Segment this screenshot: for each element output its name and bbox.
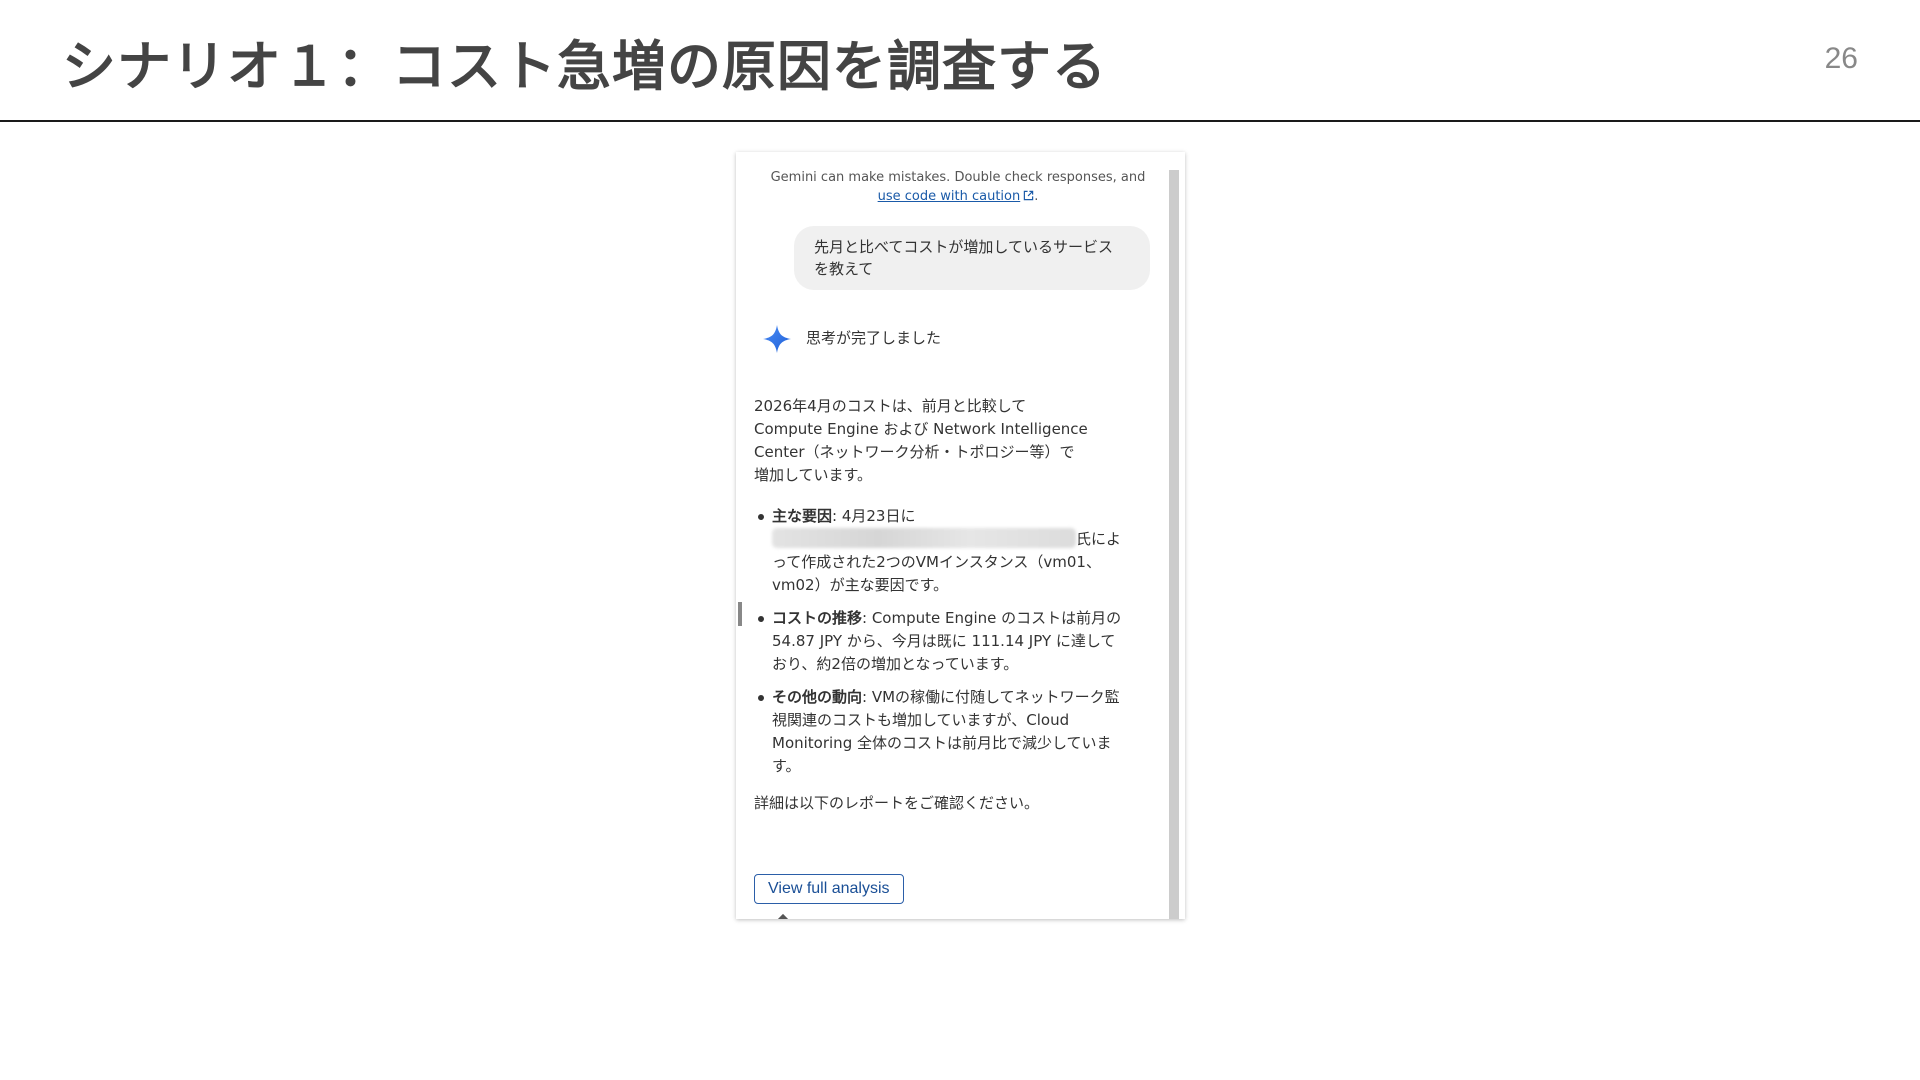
bullet-heading: その他の動向	[772, 688, 863, 706]
slide-title: シナリオ１：コスト急増の原因を調査する	[62, 35, 1107, 98]
disclaimer-text: Gemini can make mistakes. Double check r…	[770, 170, 1146, 185]
response-bullet-list: 主な要因: 4月23日に 氏によって作成された2つのVMインスタンス（vm01、…	[754, 505, 1124, 778]
response-closing: 詳細は以下のレポートをご確認ください。	[754, 794, 1040, 812]
bullet-heading: 主な要因	[772, 507, 833, 525]
bullet-cost-trend: コストの推移: Compute Engine のコストは前月の 54.87 JP…	[754, 607, 1124, 676]
scrollbar[interactable]	[1169, 170, 1179, 919]
gemini-response: 2026年4月のコストは、前月と比較して Compute Engine および …	[754, 395, 1124, 815]
gemini-sparkle-icon	[763, 325, 791, 353]
view-full-analysis-button[interactable]: View full analysis	[754, 874, 904, 904]
redacted-user-name	[772, 528, 1076, 548]
gemini-chat-panel: Gemini can make mistakes. Double check r…	[736, 152, 1185, 919]
disclaimer: Gemini can make mistakes. Double check r…	[760, 168, 1156, 206]
response-intro: 2026年4月のコストは、前月と比較して Compute Engine および …	[754, 397, 1088, 484]
panel-resize-handle[interactable]	[738, 602, 742, 626]
thinking-status: 思考が完了しました	[806, 329, 942, 347]
next-message-icon	[775, 913, 791, 919]
bullet-other-trends: その他の動向: VMの稼働に付随してネットワーク監視関連のコストも増加しています…	[754, 686, 1124, 778]
page-number: 26	[1824, 42, 1858, 75]
user-message-bubble: 先月と比べてコストが増加しているサービス を教えて	[794, 226, 1150, 290]
title-divider	[0, 120, 1920, 122]
bullet-text: : 4月23日に	[832, 507, 916, 525]
bullet-heading: コストの推移	[772, 609, 863, 627]
bullet-main-cause: 主な要因: 4月23日に 氏によって作成された2つのVMインスタンス（vm01、…	[754, 505, 1124, 597]
use-code-with-caution-link[interactable]: use code with caution	[878, 189, 1021, 204]
disclaimer-suffix: .	[1034, 189, 1039, 204]
external-link-icon	[1023, 190, 1034, 201]
